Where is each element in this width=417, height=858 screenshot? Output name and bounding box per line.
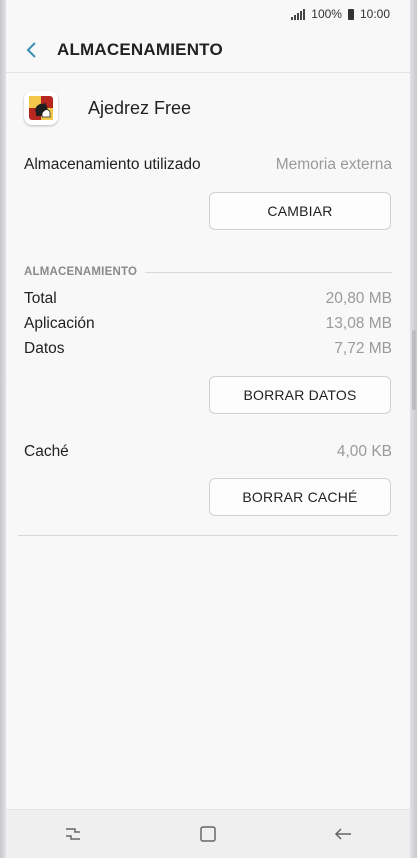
storage-row-app: Aplicación 13,08 MB <box>6 311 410 336</box>
navigation-bar <box>6 809 410 858</box>
cache-value: 4,00 KB <box>336 442 392 460</box>
section-divider <box>145 271 392 273</box>
chess-app-icon <box>24 91 58 125</box>
page-title: ALMACENAMIENTO <box>57 40 223 59</box>
battery-percent: 100% <box>311 7 342 21</box>
screen: 100% 10:00 ALMACENAMIENTO Ajedrez Free A… <box>6 0 410 858</box>
storage-details: Total 20,80 MB Aplicación 13,08 MB Datos… <box>6 286 410 361</box>
storage-row-total: Total 20,80 MB <box>6 286 410 311</box>
change-button-wrap: CAMBIAR <box>6 192 410 230</box>
storage-used-label: Almacenamiento utilizado <box>24 156 201 173</box>
storage-used-value: Memoria externa <box>275 156 392 173</box>
storage-section-title: ALMACENAMIENTO <box>24 266 138 278</box>
clock: 10:00 <box>359 7 390 21</box>
app-size-value: 13,08 MB <box>325 314 392 332</box>
total-value: 20,80 MB <box>325 289 392 307</box>
storage-used-row: Almacenamiento utilizado Memoria externa <box>6 144 410 186</box>
app-header: Ajedrez Free <box>6 72 410 144</box>
clear-cache-wrap: BORRAR CACHÉ <box>6 478 410 516</box>
app-size-label: Aplicación <box>24 314 95 332</box>
recent-apps-icon[interactable] <box>43 814 103 854</box>
back-arrow-icon[interactable] <box>12 28 52 72</box>
signal-icon <box>291 8 306 20</box>
device-side-button <box>412 330 416 410</box>
content: Ajedrez Free Almacenamiento utilizado Me… <box>6 72 410 536</box>
back-icon[interactable] <box>313 814 373 854</box>
storage-row-data: Datos 7,72 MB <box>6 336 410 361</box>
clear-cache-button[interactable]: BORRAR CACHÉ <box>209 478 391 516</box>
cache-row: Caché 4,00 KB <box>6 439 410 464</box>
clear-data-wrap: BORRAR DATOS <box>6 376 410 414</box>
device-edge-right <box>410 0 417 858</box>
bottom-divider <box>18 535 398 536</box>
cache-label: Caché <box>24 442 69 460</box>
storage-section-header: ALMACENAMIENTO <box>6 262 410 282</box>
app-bar: ALMACENAMIENTO <box>6 28 410 73</box>
battery-icon <box>347 8 354 20</box>
clear-data-button[interactable]: BORRAR DATOS <box>209 376 391 414</box>
data-size-label: Datos <box>24 339 65 357</box>
status-bar: 100% 10:00 <box>6 0 410 28</box>
device-frame: 100% 10:00 ALMACENAMIENTO Ajedrez Free A… <box>0 0 417 858</box>
change-storage-button[interactable]: CAMBIAR <box>209 192 391 230</box>
app-name: Ajedrez Free <box>88 97 192 118</box>
total-label: Total <box>24 289 57 307</box>
home-icon[interactable] <box>178 814 238 854</box>
data-size-value: 7,72 MB <box>334 339 392 357</box>
